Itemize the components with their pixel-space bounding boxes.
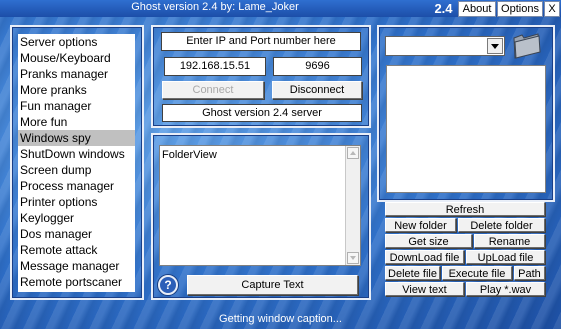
sidebar-item-shutdown-windows[interactable]: ShutDown windows [18, 146, 135, 162]
folder-icon[interactable] [512, 32, 542, 60]
help-icon[interactable]: ? [158, 275, 178, 295]
sidebar-item-fun-manager[interactable]: Fun manager [18, 98, 135, 114]
sidebar-item-mouse-keyboard[interactable]: Mouse/Keyboard [18, 50, 135, 66]
download-file-button[interactable]: DownLoad file [385, 250, 464, 264]
chevron-down-icon [491, 44, 499, 49]
sidebar-item-remote-portscaner[interactable]: Remote portscaner [18, 274, 135, 290]
folder-view-scrollbar[interactable] [345, 146, 360, 265]
sidebar-item-more-fun[interactable]: More fun [18, 114, 135, 130]
sidebar-item-dos-manager[interactable]: Dos manager [18, 226, 135, 242]
sidebar-item-remote-attack[interactable]: Remote attack [18, 242, 135, 258]
sidebar-item-message-manager[interactable]: Message manager [18, 258, 135, 274]
execute-file-button[interactable]: Execute file [442, 266, 512, 280]
view-text-button[interactable]: View text [385, 282, 464, 296]
sidebar-item-more-pranks[interactable]: More pranks [18, 82, 135, 98]
sidebar-item-printer-options[interactable]: Printer options [18, 194, 135, 210]
port-input[interactable]: 9696 [273, 57, 362, 76]
delete-folder-button[interactable]: Delete folder [458, 218, 545, 232]
window-title: Ghost version 2.4 by: Lame_Joker [131, 1, 299, 13]
sidebar-item-keylogger[interactable]: Keylogger [18, 210, 135, 226]
rename-button[interactable]: Rename [474, 234, 545, 248]
ip-address-input[interactable]: 192.168.15.51 [164, 57, 266, 76]
version-badge: 2.4 [434, 1, 453, 16]
disconnect-button[interactable]: Disconnect [272, 81, 362, 99]
status-bar: Getting window caption... [219, 313, 342, 325]
sidebar-item-pranks-manager[interactable]: Pranks manager [18, 66, 135, 82]
about-menu-button[interactable]: About [458, 1, 496, 17]
sidebar-item-windows-spy[interactable]: Windows spy [18, 130, 135, 146]
upload-file-button[interactable]: UpLoad file [466, 250, 545, 264]
server-info: Ghost version 2.4 server [162, 104, 362, 122]
delete-file-button[interactable]: Delete file [385, 266, 440, 280]
drive-select-arrow[interactable] [487, 38, 503, 54]
file-list[interactable] [386, 65, 546, 193]
get-size-button[interactable]: Get size [385, 234, 472, 248]
sidebar-item-server-options[interactable]: Server options [18, 34, 135, 50]
folder-view[interactable]: FolderView [159, 145, 361, 266]
close-button[interactable]: X [544, 1, 560, 17]
capture-text-button[interactable]: Capture Text [187, 275, 358, 295]
drive-select[interactable] [385, 36, 505, 56]
sidebar-item-process-manager[interactable]: Process manager [18, 178, 135, 194]
arrow-up-icon [350, 151, 356, 155]
path-button[interactable]: Path [514, 266, 545, 280]
scroll-down-button[interactable] [347, 252, 359, 264]
title-bar[interactable]: Ghost version 2.4 by: Lame_Joker 2.4 Abo… [0, 0, 561, 17]
refresh-button[interactable]: Refresh [385, 202, 545, 216]
folder-view-label: FolderView [162, 149, 217, 161]
sidebar-menu: Server options Mouse/Keyboard Pranks man… [18, 34, 135, 292]
play-wav-button[interactable]: Play *.wav [466, 282, 545, 296]
new-folder-button[interactable]: New folder [385, 218, 456, 232]
connect-button[interactable]: Connect [162, 81, 264, 99]
scroll-up-button[interactable] [347, 147, 359, 159]
arrow-down-icon [350, 256, 356, 260]
sidebar-item-screen-dump[interactable]: Screen dump [18, 162, 135, 178]
options-menu-button[interactable]: Options [497, 1, 543, 17]
connection-prompt: Enter IP and Port number here [161, 32, 361, 51]
